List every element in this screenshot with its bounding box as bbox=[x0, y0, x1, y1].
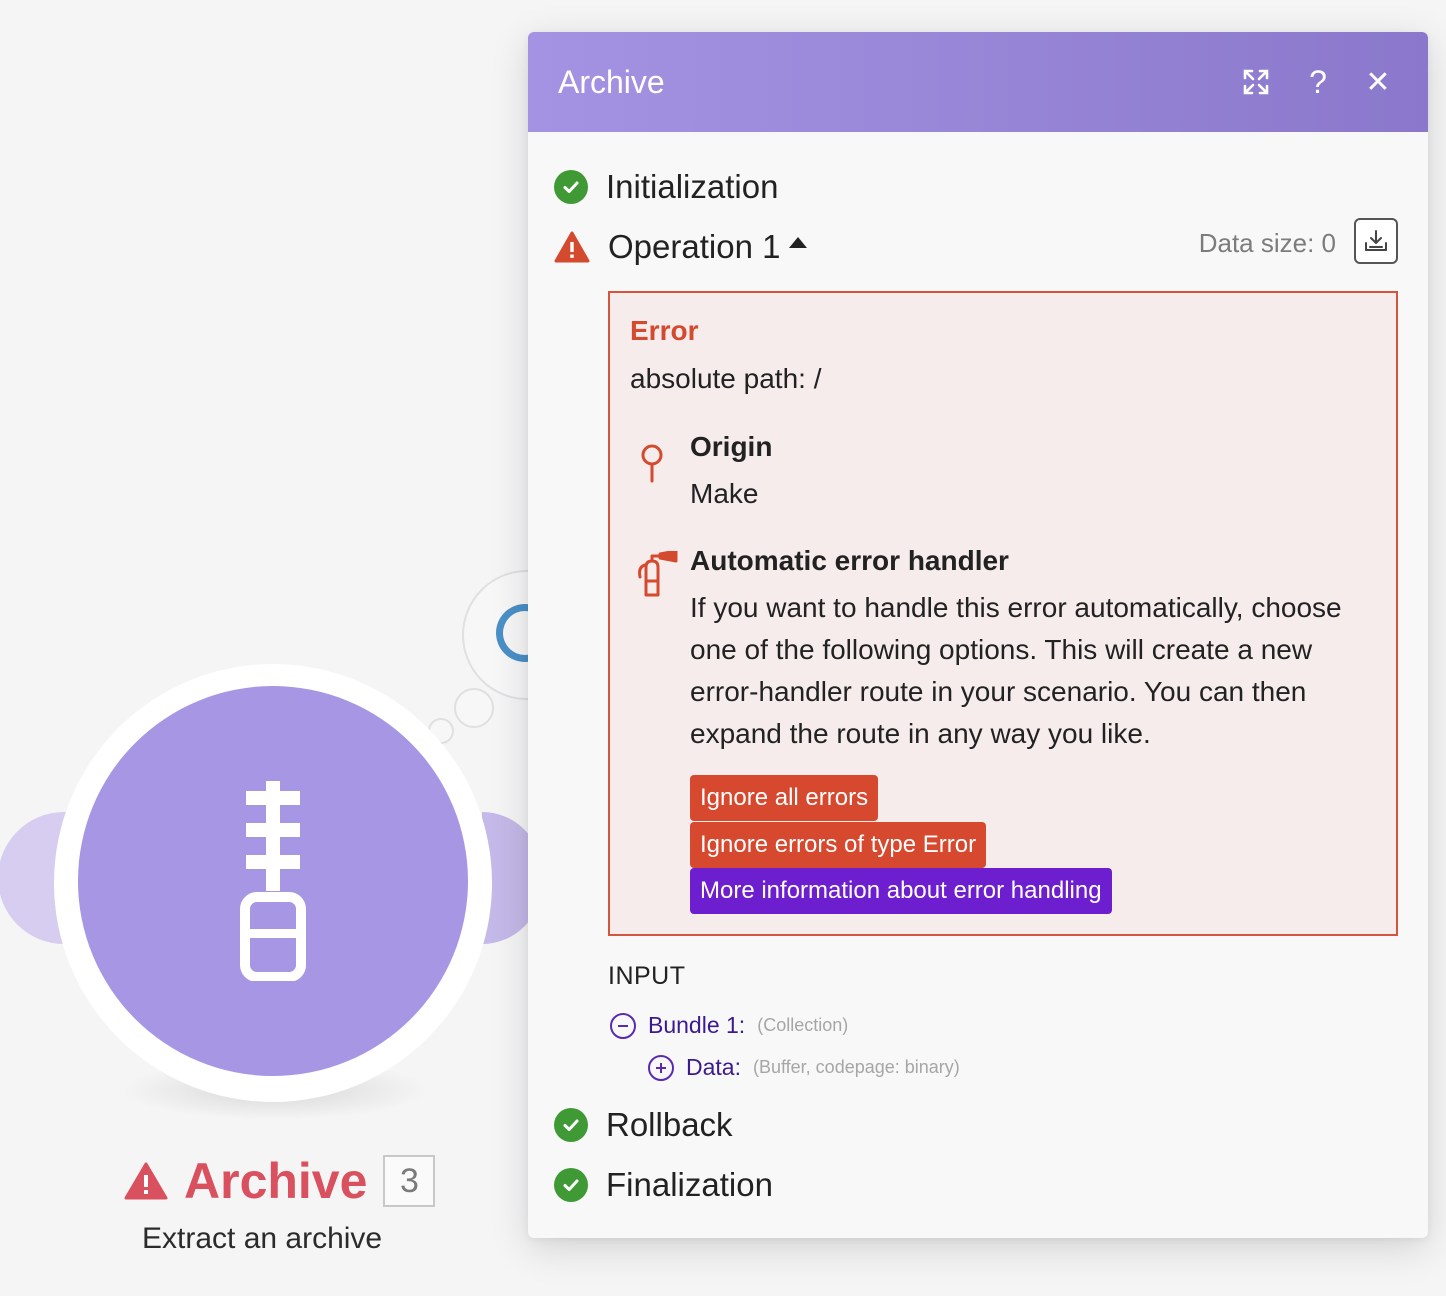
fire-extinguisher-icon bbox=[638, 551, 678, 597]
thought-bubble-mid bbox=[454, 688, 494, 728]
more-info-error-handling-button[interactable]: More information about error handling bbox=[690, 868, 1112, 914]
download-button[interactable] bbox=[1354, 218, 1398, 264]
handler-title: Automatic error handler bbox=[690, 545, 1009, 576]
origin-value: Make bbox=[690, 478, 759, 509]
dialog-title: Archive bbox=[558, 63, 665, 100]
step-label: Finalization bbox=[606, 1166, 773, 1203]
success-check-icon bbox=[554, 170, 588, 204]
node-id-badge: 3 bbox=[383, 1155, 436, 1207]
bundle-1-row[interactable]: Bundle 1: (Collection) bbox=[610, 1012, 848, 1039]
data-size-label: Data size: 0 bbox=[1198, 228, 1336, 258]
ignore-errors-of-type-button[interactable]: Ignore errors of type Error bbox=[690, 822, 987, 868]
bundle-label: Bundle 1: bbox=[648, 1012, 746, 1038]
error-heading: Error bbox=[630, 315, 699, 346]
step-finalization[interactable]: Finalization bbox=[554, 1166, 773, 1204]
data-type: (Buffer, codepage: binary) bbox=[752, 1057, 960, 1077]
dialog-header[interactable]: Archive ? ✕ bbox=[528, 32, 1428, 132]
warning-icon bbox=[124, 1162, 168, 1200]
origin-title: Origin bbox=[690, 431, 773, 462]
expand-icon bbox=[1243, 69, 1269, 95]
step-label: Operation 1 bbox=[608, 228, 781, 265]
scenario-canvas[interactable]: Archive 3 Extract an archive Archive ? ✕ bbox=[0, 0, 1446, 1296]
data-row[interactable]: Data: (Buffer, codepage: binary) bbox=[648, 1054, 960, 1081]
help-icon: ? bbox=[1309, 63, 1327, 100]
handler-description: If you want to handle this error automat… bbox=[690, 592, 1342, 749]
zip-archive-icon bbox=[240, 781, 306, 981]
error-panel: Error absolute path: / Origin Make Autom… bbox=[608, 291, 1398, 936]
download-icon bbox=[1365, 230, 1387, 251]
node-subtitle: Extract an archive bbox=[142, 1222, 383, 1255]
archive-module-node[interactable] bbox=[78, 686, 468, 1076]
data-label: Data: bbox=[686, 1054, 741, 1080]
collapse-caret-icon[interactable] bbox=[788, 236, 808, 250]
close-icon: ✕ bbox=[1365, 65, 1391, 99]
step-initialization[interactable]: Initialization bbox=[554, 168, 778, 206]
step-label: Rollback bbox=[606, 1106, 733, 1143]
node-title[interactable]: Archive bbox=[184, 1152, 367, 1210]
error-message: absolute path: / bbox=[630, 363, 822, 394]
success-check-icon bbox=[554, 1168, 588, 1202]
bundle-type: (Collection) bbox=[757, 1015, 849, 1035]
execution-inspector-dialog: Archive ? ✕ Initialization Operation 1 D… bbox=[528, 32, 1428, 1238]
location-pin-icon bbox=[641, 444, 663, 483]
node-label: Archive 3 bbox=[124, 1152, 436, 1210]
step-rollback[interactable]: Rollback bbox=[554, 1106, 733, 1144]
step-label: Initialization bbox=[606, 168, 779, 205]
success-check-icon bbox=[554, 1108, 588, 1142]
step-operation-1[interactable]: Operation 1 bbox=[554, 228, 808, 266]
help-button[interactable]: ? bbox=[1298, 62, 1338, 102]
input-heading: INPUT bbox=[608, 962, 686, 990]
close-button[interactable]: ✕ bbox=[1358, 62, 1398, 102]
expand-button[interactable] bbox=[1236, 62, 1276, 102]
collapse-minus-icon[interactable] bbox=[610, 1012, 636, 1039]
ignore-all-errors-button[interactable]: Ignore all errors bbox=[690, 775, 879, 821]
warning-icon bbox=[554, 231, 590, 263]
expand-plus-icon[interactable] bbox=[648, 1054, 674, 1081]
